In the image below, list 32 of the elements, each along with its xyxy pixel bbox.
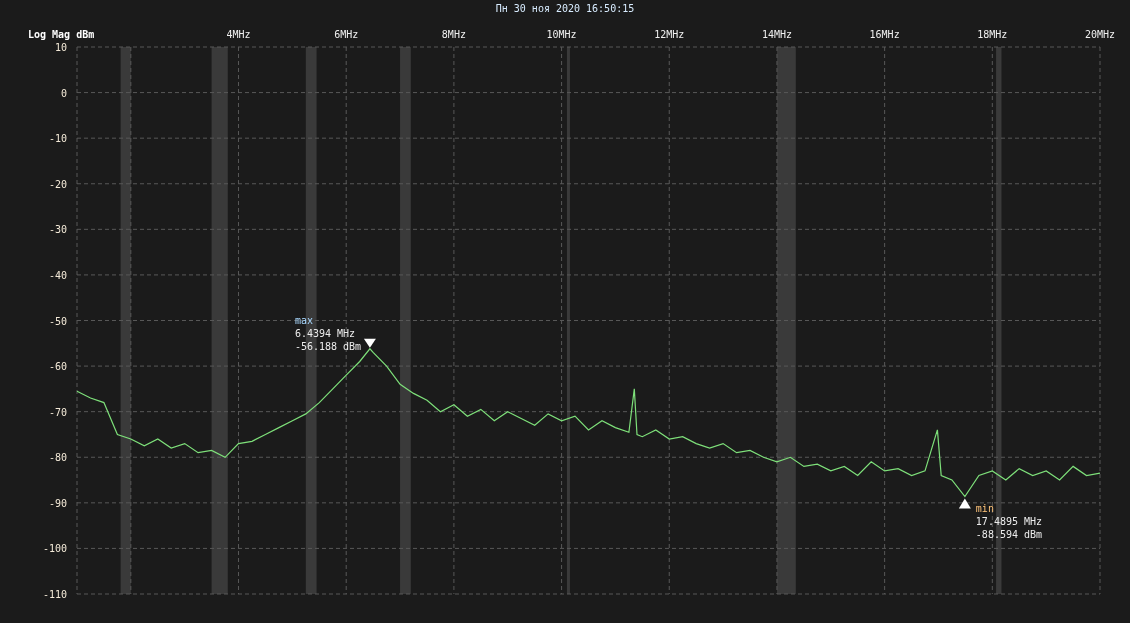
marker-reading: 6.4394 MHz [294, 327, 356, 339]
y-axis-label: -70 [48, 406, 67, 418]
down-triangle-marker-icon [363, 338, 376, 348]
marker-reading: -88.594 dBm [975, 529, 1043, 541]
x-axis-label: 14MHz [761, 29, 792, 40]
y-axis-label: 10 [54, 42, 67, 53]
y-axis-label: -20 [48, 178, 67, 190]
x-axis-label: 16MHz [869, 29, 900, 40]
y-axis-label: -50 [48, 315, 67, 327]
x-axis-label: 10MHz [546, 29, 577, 40]
y-axis-label: -110 [42, 589, 67, 600]
y-axis-label: -80 [48, 452, 67, 464]
up-triangle-marker-icon [958, 498, 971, 509]
y-axis-label: -100 [42, 543, 67, 555]
marker-label: max [294, 314, 313, 326]
timestamp: Пн 30 ноя 2020 16:50:15 [494, 2, 636, 16]
x-axis-label: 6MHz [334, 29, 359, 40]
y-axis-label: -10 [48, 133, 67, 145]
x-axis-label: 18MHz [977, 29, 1008, 40]
y-axis-label: -40 [48, 269, 67, 281]
marker-reading: 17.4895 MHz [975, 516, 1043, 528]
x-axis-label: 8MHz [441, 29, 466, 40]
y-axis-label: 0 [60, 87, 67, 99]
x-axis-label: 20MHz [1084, 29, 1116, 40]
y-axis-label: -30 [48, 224, 67, 236]
x-axis-label: 12MHz [654, 29, 685, 40]
x-axis-label: 4MHz [226, 29, 251, 40]
axis-title: Log Mag dBm [28, 29, 95, 40]
y-axis-label: -60 [48, 361, 67, 373]
y-axis-label: -90 [48, 497, 67, 509]
marker-label: min [975, 503, 994, 515]
marker-reading: -56.188 dBm [294, 340, 362, 352]
